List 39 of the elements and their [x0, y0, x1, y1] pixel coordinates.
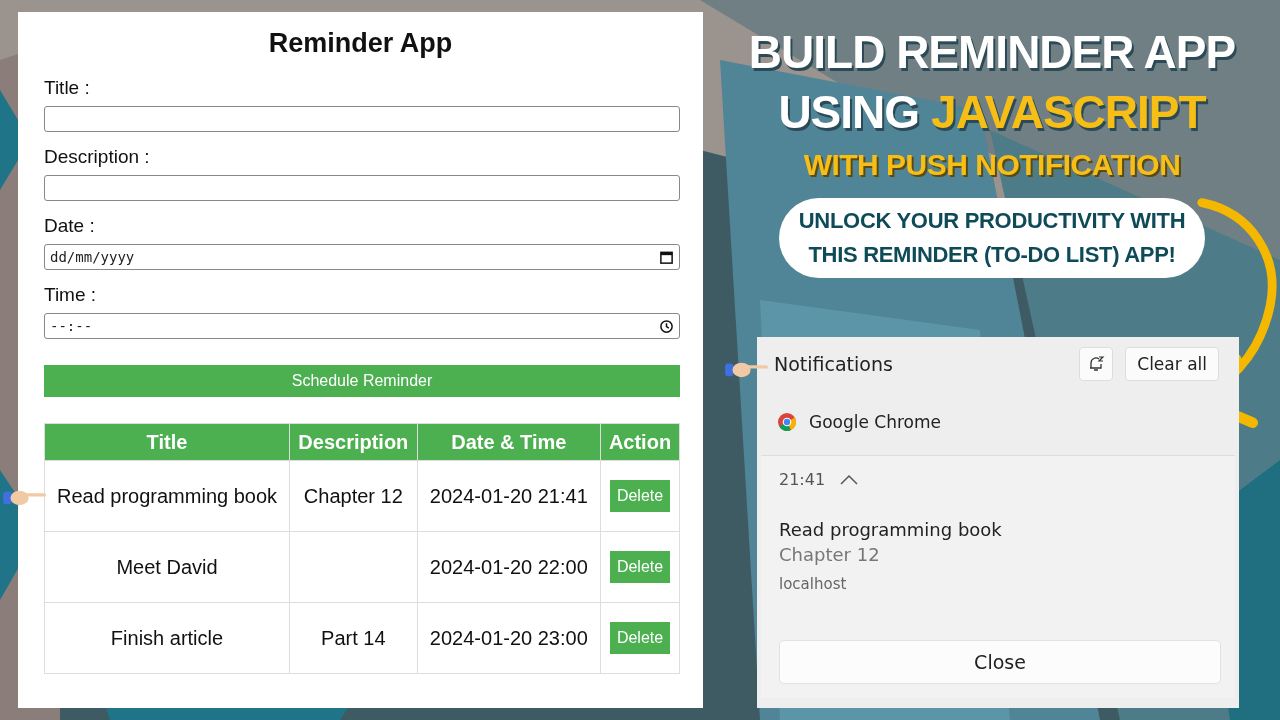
text-field[interactable] — [44, 175, 680, 201]
panel-title: Notifications — [774, 353, 893, 375]
clear-all-button[interactable]: Clear all — [1125, 347, 1219, 381]
message-source: localhost — [779, 575, 847, 593]
table-cell: 2024-01-20 21:41 — [417, 460, 601, 532]
field-label: Time : — [44, 284, 97, 306]
table-cell: 2024-01-20 23:00 — [417, 602, 601, 674]
column-header: Description — [289, 423, 418, 461]
field-label: Description : — [44, 146, 150, 168]
tagline: UNLOCK YOUR PRODUCTIVITY WITH THIS REMINDER (TO-DO LIST) APP! — [778, 198, 1206, 278]
bell-icon — [1087, 355, 1106, 373]
text-field[interactable] — [44, 106, 680, 132]
table-cell: Part 14 — [289, 602, 418, 674]
headline: BUILD REMINDER APP — [748, 25, 1236, 80]
browser-icon — [777, 412, 797, 432]
message-title: Read programming book — [779, 519, 1002, 540]
table-cell: Finish article — [44, 602, 290, 674]
close-button[interactable]: Close — [779, 640, 1221, 684]
message-body: Chapter 12 — [779, 544, 880, 565]
column-header: Date & Time — [417, 423, 601, 461]
snooze-button[interactable] — [1079, 347, 1114, 381]
table-cell: Meet David — [44, 531, 290, 603]
app-title: Reminder App — [267, 28, 454, 59]
field-label: Date : — [44, 215, 95, 237]
column-header: Title — [44, 423, 290, 461]
time-field[interactable]: --:-- — [44, 313, 680, 339]
column-header: Action — [600, 423, 680, 461]
clock-icon — [659, 318, 674, 334]
chevron-icon[interactable] — [839, 473, 860, 486]
field-label: Title : — [44, 77, 90, 99]
subtitle: WITH PUSH NOTIFICATION — [803, 148, 1181, 182]
table-cell: Chapter 12 — [289, 460, 418, 532]
headline: USING — [778, 85, 920, 140]
notification-time: 21:41 — [779, 470, 826, 489]
app-name: Google Chrome — [809, 412, 942, 432]
headline: JAVASCRIPT — [931, 85, 1206, 140]
date-field[interactable]: dd/mm/yyyy — [44, 244, 680, 270]
table-cell: 2024-01-20 22:00 — [417, 531, 601, 603]
calendar-icon — [659, 249, 674, 265]
